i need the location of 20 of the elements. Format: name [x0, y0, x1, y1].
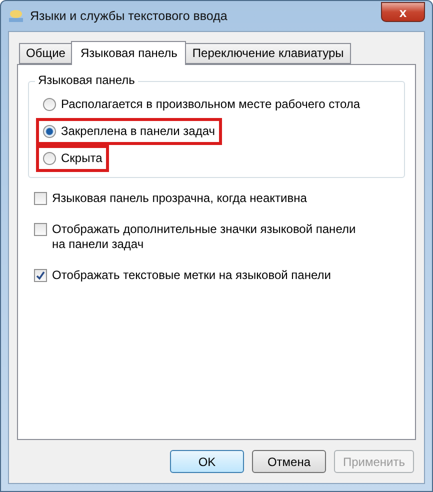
- tab[interactable]: Переключение клавиатуры: [185, 43, 351, 64]
- radio-label: Скрыта: [61, 151, 102, 166]
- radio-button[interactable]: [43, 98, 56, 111]
- tab[interactable]: Общие: [19, 43, 72, 64]
- dialog-button[interactable]: Отмена: [252, 450, 326, 473]
- checkbox[interactable]: [34, 269, 47, 282]
- group-title: Языковая панель: [35, 73, 138, 87]
- checkbox[interactable]: [34, 223, 47, 236]
- checkbox-label: Языковая панель прозрачна, когда неактивна: [52, 191, 307, 206]
- radio-button[interactable]: [43, 152, 56, 165]
- checkbox-label: Отображать текстовые метки на языковой панели: [52, 268, 331, 283]
- close-button[interactable]: x: [381, 2, 425, 22]
- checkbox[interactable]: [34, 192, 47, 205]
- radio-label: Закреплена в панели задач: [61, 124, 215, 139]
- radio-label: Располагается в произвольном месте рабочего стола: [61, 97, 360, 112]
- radio-button[interactable]: [43, 125, 56, 138]
- tab[interactable]: Языковая панель: [71, 41, 186, 65]
- checkbox-label: Отображать дополнительные значки языковой панели на панели задач: [52, 222, 357, 252]
- dialog-button[interactable]: OK: [170, 450, 244, 473]
- window-title: Языки и службы текстового ввода: [30, 9, 228, 23]
